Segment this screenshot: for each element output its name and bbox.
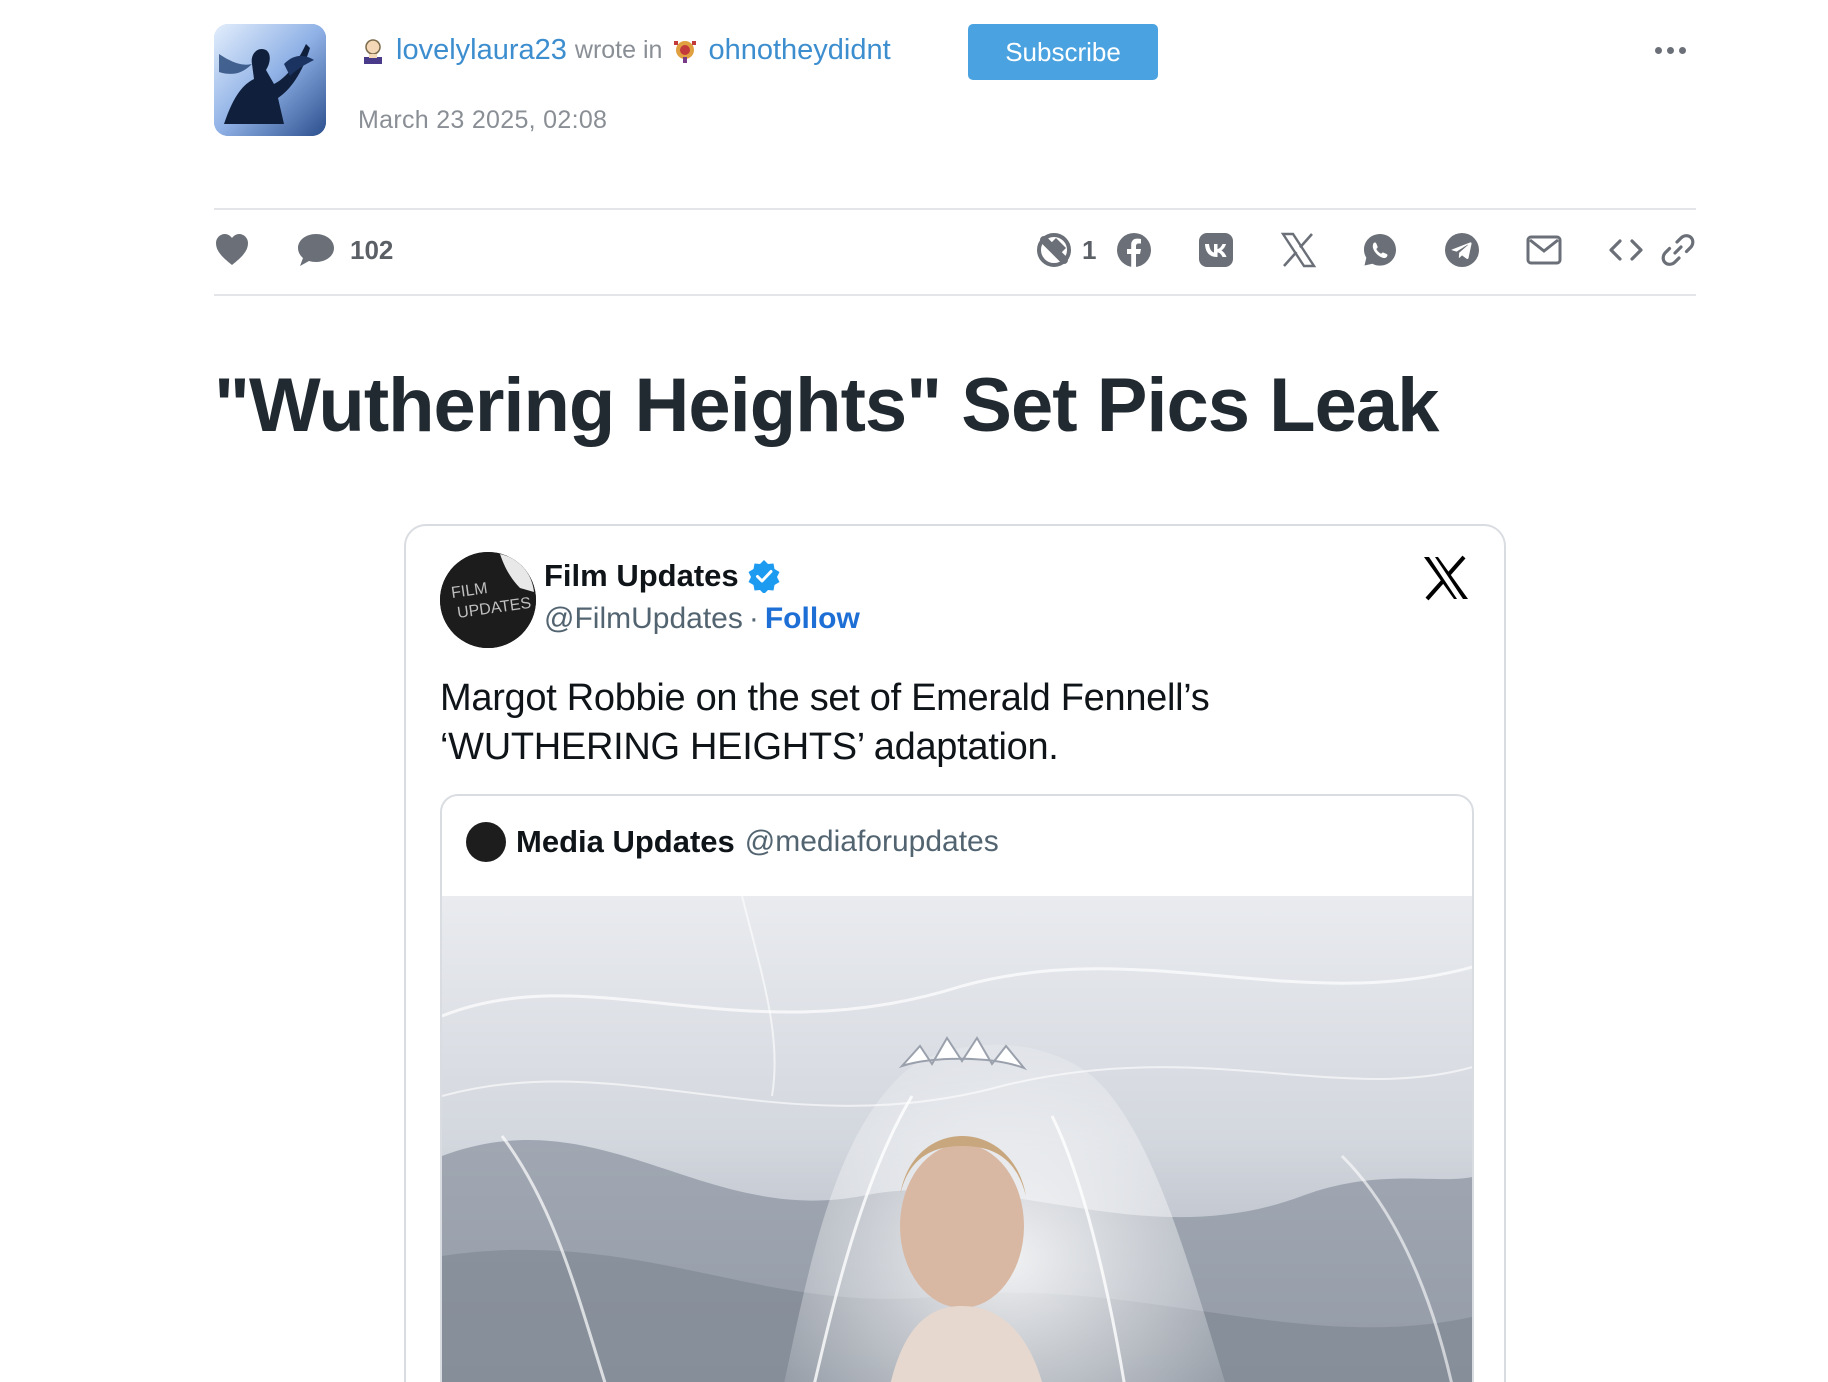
author-link[interactable]: lovelylaura23 <box>396 34 567 67</box>
quoted-tweet[interactable]: Media Updates @mediaforupdates <box>440 794 1474 1382</box>
post-byline: lovelylaura23 wrote in ohnotheydidnt <box>358 30 891 70</box>
share-facebook-button[interactable] <box>1116 222 1152 278</box>
link-icon <box>1661 234 1695 266</box>
embed-button[interactable] <box>1608 222 1644 278</box>
more-options-icon[interactable] <box>1648 30 1692 70</box>
vk-icon <box>1199 233 1233 267</box>
share-x-button[interactable] <box>1280 222 1316 278</box>
user-icon <box>364 39 382 64</box>
repost-button[interactable]: 1 <box>1036 222 1096 278</box>
share-whatsapp-button[interactable] <box>1362 222 1398 278</box>
tweet-avatar[interactable]: FILM UPDATES <box>440 552 536 648</box>
quoted-author-name[interactable]: Media Updates <box>516 824 735 860</box>
tweet-text: Margot Robbie on the set of Emerald Fenn… <box>440 674 1440 772</box>
user-avatar[interactable] <box>214 24 326 136</box>
tweet-text-line-2: ‘WUTHERING HEIGHTS’ adaptation. <box>440 726 1059 768</box>
copy-link-button[interactable] <box>1660 222 1696 278</box>
community-link[interactable]: ohnotheydidnt <box>708 34 890 67</box>
whatsapp-icon <box>1364 234 1396 266</box>
post-date: March 23 2025, 02:08 <box>358 106 608 134</box>
quoted-avatar[interactable] <box>466 822 506 862</box>
x-logo-icon[interactable] <box>1422 554 1470 602</box>
like-button[interactable] <box>214 222 250 278</box>
community-icon <box>674 41 697 63</box>
tweet-handle[interactable]: @FilmUpdates <box>544 602 743 635</box>
tweet-handle-row: @FilmUpdates · Follow <box>544 602 860 636</box>
comment-icon <box>298 234 334 266</box>
subscribe-button[interactable]: Subscribe <box>968 24 1158 80</box>
post-title: "Wuthering Heights" Set Pics Leak <box>214 363 1439 448</box>
quoted-tweet-header: Media Updates @mediaforupdates <box>466 822 999 862</box>
wrote-in-label: wrote in <box>574 35 663 64</box>
tweet-separator: · <box>748 602 759 635</box>
embedded-tweet[interactable]: FILM UPDATES Film Updates @FilmUpdates · F… <box>404 524 1506 1382</box>
tweet-author-name[interactable]: Film Updates <box>544 558 781 594</box>
quoted-author-handle[interactable]: @mediaforupdates <box>745 825 999 859</box>
share-vk-button[interactable] <box>1198 222 1234 278</box>
email-icon <box>1526 235 1562 265</box>
quoted-tweet-photo[interactable] <box>442 896 1472 1382</box>
divider-bottom <box>214 294 1696 296</box>
repost-icon <box>1037 233 1071 267</box>
comment-count: 102 <box>350 234 394 265</box>
divider-top <box>214 208 1696 210</box>
heart-icon <box>216 234 248 265</box>
x-icon <box>1280 232 1316 268</box>
tweet-author-name-text: Film Updates <box>544 558 739 593</box>
share-telegram-button[interactable] <box>1444 222 1480 278</box>
follow-link[interactable]: Follow <box>765 602 860 635</box>
repost-count: 1 <box>1082 234 1097 265</box>
telegram-icon <box>1445 233 1479 267</box>
action-bar: 102 1 <box>214 222 1696 278</box>
embed-icon <box>1609 239 1643 261</box>
comments-button[interactable]: 102 <box>296 222 393 278</box>
facebook-icon <box>1117 233 1151 267</box>
verified-badge-icon <box>748 560 780 593</box>
tweet-text-line-1: Margot Robbie on the set of Emerald Fenn… <box>440 677 1210 719</box>
share-email-button[interactable] <box>1526 222 1562 278</box>
